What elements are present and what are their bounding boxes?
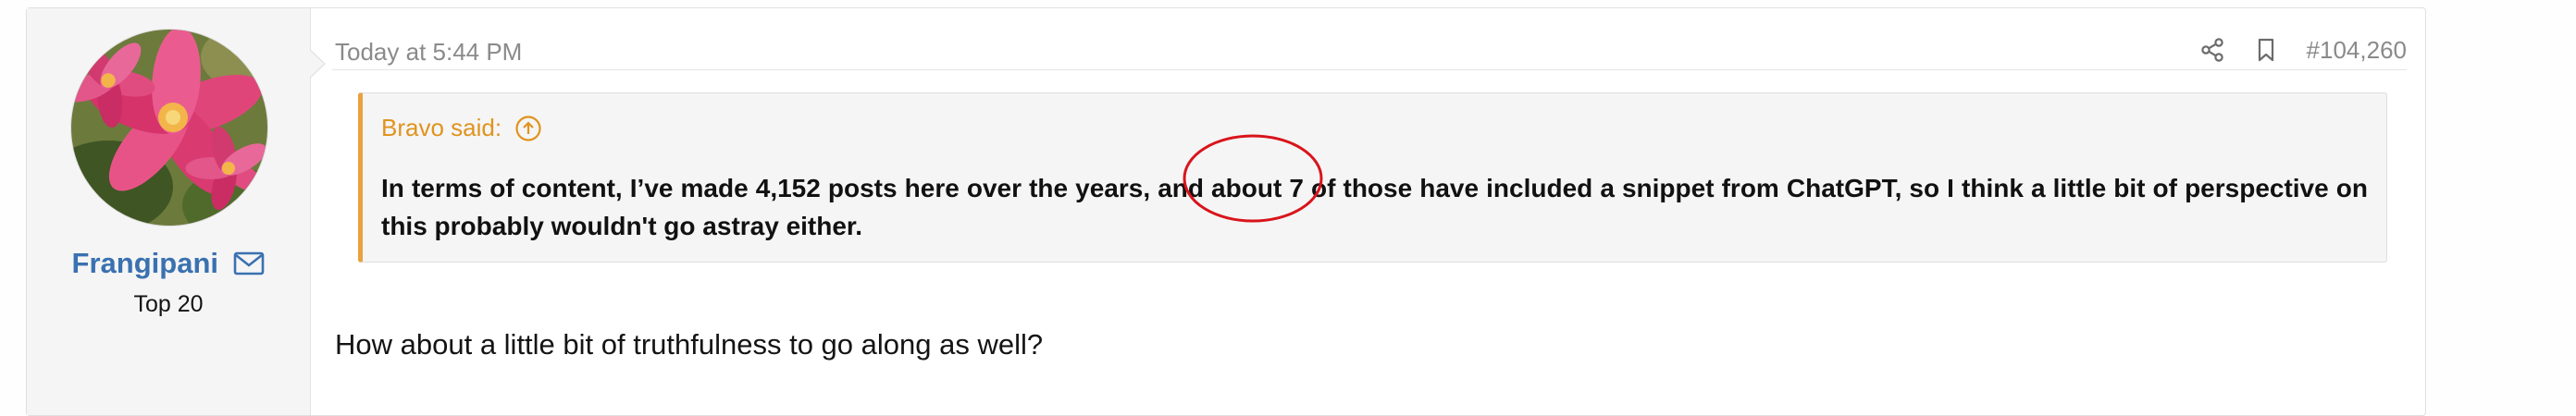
quote-block: Bravo said: In terms of content, I’ve ma… [358,92,2387,263]
quote-author-link[interactable]: Bravo said: [381,114,502,142]
post-number-link[interactable]: #104,260 [2307,36,2407,65]
user-title: Top 20 [133,291,204,317]
share-icon[interactable] [2199,37,2225,63]
arrow-up-circle-icon[interactable] [514,115,542,142]
quote-text: In terms of content, I’ve made 4,152 pos… [381,174,2368,240]
envelope-icon[interactable] [233,251,265,275]
message-post: Frangipani Top 20 Today at 5:44 PM #104,… [26,7,2426,416]
post-date[interactable]: Today at 5:44 PM [335,38,522,67]
message-main: Today at 5:44 PM #104,260 Bravo said: In… [332,8,2407,415]
username-row: Frangipani [27,247,310,280]
post-actions: #104,260 [2199,34,2407,66]
user-info-column: Frangipani Top 20 [27,8,311,415]
bookmark-icon[interactable] [2253,37,2279,63]
avatar[interactable] [70,29,268,226]
post-header: Today at 5:44 PM #104,260 [332,25,2407,70]
quote-header: Bravo said: [381,114,542,142]
username-link[interactable]: Frangipani [72,247,218,279]
frangipani-flower-avatar-icon [71,30,267,226]
post-body-text: How about a little bit of truthfulness t… [335,328,1044,361]
